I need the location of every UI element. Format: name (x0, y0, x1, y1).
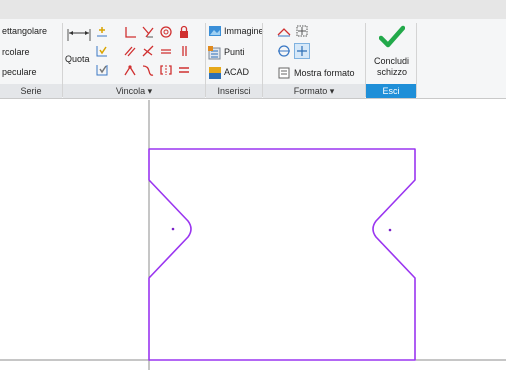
constraint-settings-icon[interactable] (95, 63, 109, 77)
insert-image-button[interactable]: Immagine (224, 26, 264, 37)
format-panel-caption[interactable]: Formato ▾ (263, 84, 365, 98)
finish-sketch-check-icon[interactable] (379, 25, 405, 49)
insert-panel-caption[interactable]: Inserisci (206, 84, 262, 98)
vertical-icon[interactable] (177, 44, 191, 58)
equal-icon[interactable] (177, 63, 191, 77)
coincident-icon[interactable] (123, 63, 137, 77)
exit-panel-caption[interactable]: Esci (366, 84, 416, 98)
parallel-icon[interactable] (123, 44, 137, 58)
centerline-icon[interactable] (277, 44, 291, 58)
tangent-icon[interactable] (141, 25, 155, 39)
insert-panel: Immagine Punti ACAD Inserisci (206, 19, 264, 99)
mirror-button[interactable]: peculare (2, 67, 37, 78)
show-constraints-icon[interactable] (95, 44, 109, 58)
series-panel: ettangolare rcolare peculare Serie (0, 19, 62, 99)
center-point-icon[interactable] (295, 24, 309, 38)
insert-points-button[interactable]: Punti (224, 47, 245, 58)
finish-sketch-label-line1[interactable]: Concludi (374, 56, 409, 67)
show-format-icon (277, 66, 291, 80)
image-icon (208, 24, 222, 38)
exit-panel: Concludi schizzo Esci (366, 19, 416, 99)
constrain-panel: Quota Vincola ▾ (63, 19, 205, 99)
series-panel-caption[interactable]: Serie (0, 84, 62, 98)
driven-dimension-icon[interactable] (294, 43, 310, 59)
perpendicular-icon[interactable] (123, 25, 137, 39)
smooth-icon[interactable] (141, 63, 155, 77)
acad-icon (208, 66, 222, 80)
sketch-profile (148, 148, 416, 361)
finish-sketch-label-line2[interactable]: schizzo (377, 67, 407, 78)
concentric-icon[interactable] (159, 25, 173, 39)
right-center-point (388, 228, 392, 232)
symmetric-icon[interactable] (159, 63, 173, 77)
collinear-icon[interactable] (141, 44, 155, 58)
left-center-point (171, 227, 175, 231)
format-panel: Mostra formato Formato ▾ (263, 19, 365, 99)
horizontal-icon[interactable] (159, 44, 173, 58)
ribbon: ettangolare rcolare peculare Serie Quota… (0, 19, 506, 99)
sketch-graphics[interactable] (0, 100, 506, 370)
fix-icon[interactable] (177, 25, 191, 39)
dimension-icon[interactable] (66, 27, 92, 41)
panel-separator (416, 23, 417, 97)
rectangular-pattern-button[interactable]: ettangolare (2, 26, 47, 37)
circular-pattern-button[interactable]: rcolare (2, 47, 30, 58)
dimension-button[interactable]: Quota (65, 54, 90, 65)
title-strip (0, 0, 506, 19)
insert-acad-button[interactable]: ACAD (224, 67, 249, 78)
construction-icon[interactable] (277, 24, 291, 38)
constrain-panel-caption[interactable]: Vincola ▾ (63, 84, 205, 98)
sketch-canvas[interactable] (0, 100, 506, 370)
points-icon (208, 46, 222, 60)
auto-dimension-icon[interactable] (95, 25, 109, 39)
show-format-button[interactable]: Mostra formato (294, 68, 355, 79)
